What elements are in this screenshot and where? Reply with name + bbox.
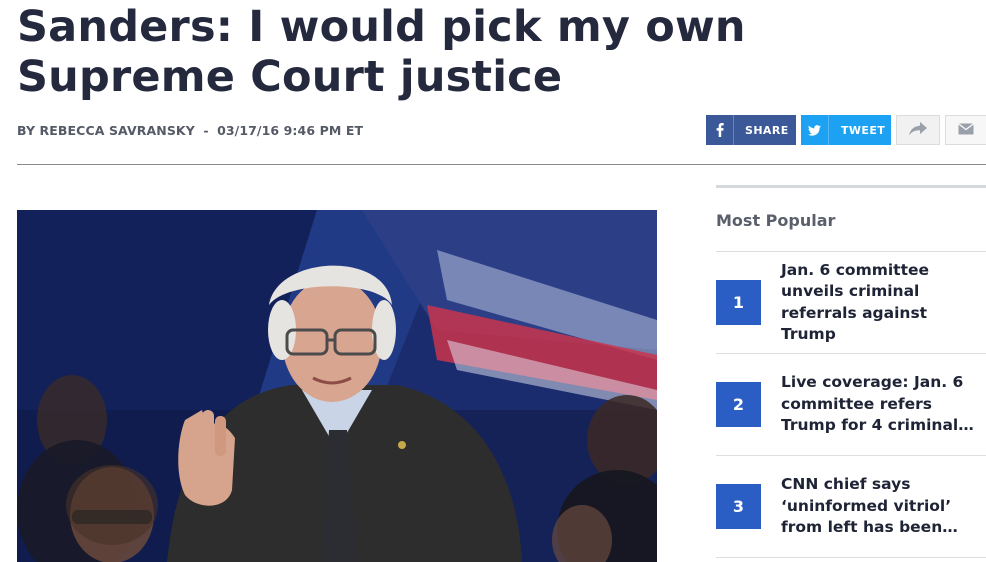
rank-badge: 1: [716, 280, 761, 325]
most-popular-item[interactable]: 1 Jan. 6 committee unveils criminal refe…: [716, 252, 986, 354]
more-share-button[interactable]: [896, 115, 940, 145]
most-popular-link[interactable]: CNN chief says ‘uninformed vitriol’ from…: [781, 474, 986, 539]
most-popular-title: Most Popular: [716, 211, 836, 230]
article-photo[interactable]: [17, 210, 657, 562]
most-popular-sidebar: Most Popular 1 Jan. 6 committee unveils …: [716, 185, 986, 558]
publish-timestamp: 03/17/16 9:46 PM ET: [217, 123, 364, 138]
rank-badge: 2: [716, 382, 761, 427]
facebook-icon: [706, 115, 734, 145]
header-divider: [17, 164, 986, 165]
twitter-icon: [801, 115, 829, 145]
most-popular-item[interactable]: 3 CNN chief says ‘uninformed vitriol’ fr…: [716, 456, 986, 558]
twitter-share-button[interactable]: TWEET: [801, 115, 891, 145]
article-headline: Sanders: I would pick my own Supreme Cou…: [17, 2, 746, 102]
rank-badge: 3: [716, 484, 761, 529]
share-bar: SHARE TWEET: [706, 115, 986, 145]
most-popular-link[interactable]: Jan. 6 committee unveils criminal referr…: [781, 260, 986, 346]
most-popular-link[interactable]: Live coverage: Jan. 6 committee refers T…: [781, 372, 986, 437]
email-share-button[interactable]: [945, 115, 986, 145]
sidebar-top-rule: [716, 185, 986, 188]
byline: BY REBECCA SAVRANSKY - 03/17/16 9:46 PM …: [17, 123, 363, 138]
facebook-share-label: SHARE: [745, 123, 789, 137]
twitter-share-label: TWEET: [841, 123, 886, 137]
author-name[interactable]: BY REBECCA SAVRANSKY: [17, 123, 195, 138]
facebook-share-button[interactable]: SHARE: [706, 115, 796, 145]
byline-separator: -: [203, 123, 209, 138]
share-arrow-icon: [909, 121, 927, 139]
most-popular-item[interactable]: 2 Live coverage: Jan. 6 committee refers…: [716, 354, 986, 456]
email-icon: [958, 122, 974, 138]
